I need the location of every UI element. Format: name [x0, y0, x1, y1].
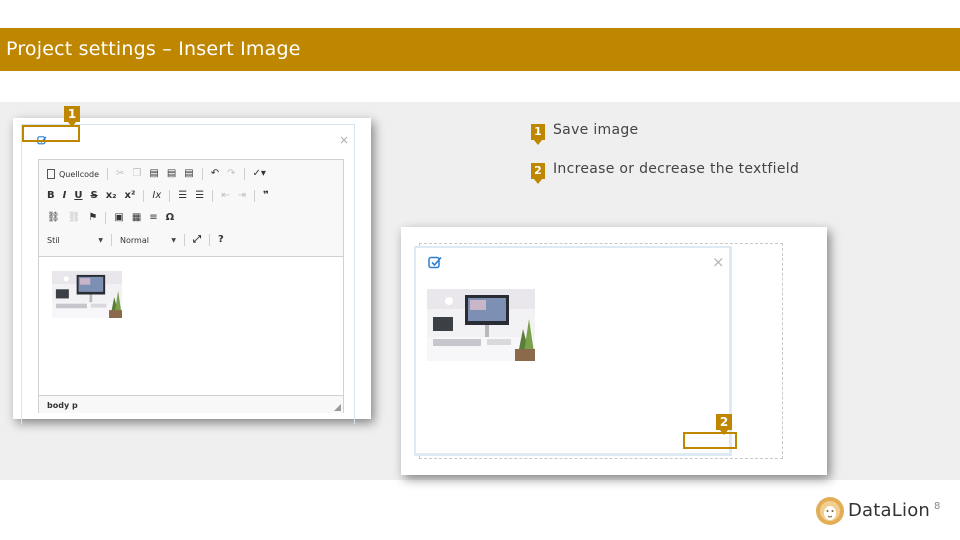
toolbar-separator	[184, 234, 185, 246]
toolbar-separator	[243, 168, 245, 180]
inserted-image[interactable]	[427, 289, 535, 361]
inserted-image[interactable]	[52, 271, 122, 318]
marker-2-box	[683, 432, 737, 449]
help-button[interactable]: ?	[218, 234, 224, 246]
toolbar-separator	[107, 168, 109, 180]
redo-icon[interactable]: ↷	[227, 168, 235, 180]
marker-1-box	[22, 125, 80, 142]
maximize-icon[interactable]: ⤢	[193, 234, 201, 246]
indent-icon[interactable]: ⇥	[238, 190, 246, 202]
editor-dialog: × Quellcode ✂ ❐ ▤ ▤ ▤ ↶ ↷ ✓▾ B I U S x₂ …	[21, 124, 355, 424]
toolbar-row-4: Stil ▼ Normal ▼ ⤢ ?	[47, 231, 232, 249]
cut-icon[interactable]: ✂	[116, 168, 124, 180]
page-number: 8	[934, 501, 941, 512]
legend-number: 2	[531, 163, 545, 184]
bold-button[interactable]: B	[47, 190, 55, 202]
format-combo[interactable]: Normal ▼	[120, 233, 180, 247]
image-dialog-screenshot: ×	[401, 227, 827, 475]
toolbar-separator	[105, 212, 107, 224]
title-bar: Project settings – Insert Image	[0, 28, 960, 71]
marker-2-label: 2	[716, 414, 732, 435]
superscript-button[interactable]: x²	[125, 190, 136, 202]
toolbar-row-2: B I U S x₂ x² Ix ☰ ☰ ⇤ ⇥ ❞	[47, 187, 277, 205]
subscript-button[interactable]: x₂	[106, 190, 117, 202]
special-character-icon[interactable]: Ω	[166, 212, 175, 224]
editor-content[interactable]	[39, 258, 343, 393]
close-icon[interactable]: ×	[712, 255, 725, 270]
remove-format-button[interactable]: Ix	[152, 190, 161, 202]
toolbar-separator	[209, 234, 210, 246]
brand-name: DataLion	[848, 500, 931, 521]
copy-icon[interactable]: ❐	[132, 168, 141, 180]
legend-number: 1	[531, 124, 545, 145]
image-icon[interactable]: ▣	[114, 212, 123, 224]
editor-toolbar: Quellcode ✂ ❐ ▤ ▤ ▤ ↶ ↷ ✓▾ B I U S x₂ x²…	[39, 160, 343, 257]
underline-button[interactable]: U	[74, 190, 82, 202]
anchor-flag-icon[interactable]: ⚑	[88, 212, 97, 224]
toolbar-separator	[169, 190, 171, 202]
table-icon[interactable]: ▦	[132, 212, 141, 224]
numbered-list-icon[interactable]: ☰	[178, 190, 187, 202]
italic-button[interactable]: I	[63, 190, 67, 202]
strikethrough-button[interactable]: S	[90, 190, 97, 202]
editor-screenshot: × Quellcode ✂ ❐ ▤ ▤ ▤ ↶ ↷ ✓▾ B I U S x₂ …	[13, 118, 371, 424]
path-p[interactable]: p	[72, 401, 78, 410]
toolbar-separator	[111, 234, 112, 246]
rich-text-editor: Quellcode ✂ ❐ ▤ ▤ ▤ ↶ ↷ ✓▾ B I U S x₂ x²…	[38, 159, 344, 413]
paste-icon[interactable]: ▤	[149, 168, 158, 180]
format-combo-value: Normal	[120, 235, 149, 245]
chevron-down-icon: ▼	[171, 236, 176, 244]
undo-icon[interactable]: ↶	[211, 168, 219, 180]
toolbar-separator	[253, 190, 255, 202]
blockquote-icon[interactable]: ❞	[263, 190, 269, 202]
toolbar-separator	[212, 190, 214, 202]
document-icon	[47, 169, 55, 179]
unlink-icon[interactable]: ⛓	[68, 212, 81, 224]
path-body[interactable]: body	[47, 401, 69, 410]
outdent-icon[interactable]: ⇤	[221, 190, 229, 202]
editor-statusbar: body p	[39, 395, 343, 413]
toolbar-separator	[201, 168, 203, 180]
bulleted-list-icon[interactable]: ☰	[195, 190, 204, 202]
edit-icon[interactable]	[428, 255, 442, 269]
toolbar-row-1: Quellcode ✂ ❐ ▤ ▤ ▤ ↶ ↷ ✓▾	[47, 165, 274, 183]
datalion-logo-icon	[816, 497, 844, 525]
source-button[interactable]: Quellcode	[47, 169, 99, 179]
spellcheck-icon[interactable]: ✓▾	[253, 168, 266, 180]
slide: Project settings – Insert Image × Quellc…	[0, 0, 960, 540]
toolbar-separator	[143, 190, 145, 202]
toolbar-row-3: ⛓ ⛓ ⚑ ▣ ▦ ≡ Ω	[47, 209, 182, 227]
paste-word-icon[interactable]: ▤	[184, 168, 193, 180]
marker-1-label: 1	[64, 106, 80, 127]
slide-title: Project settings – Insert Image	[6, 38, 301, 60]
horizontal-line-icon[interactable]: ≡	[149, 212, 157, 224]
chevron-down-icon: ▼	[98, 236, 103, 244]
legend-text: Save image	[553, 122, 639, 138]
link-icon[interactable]: ⛓	[47, 212, 60, 224]
image-dialog: ×	[414, 246, 732, 456]
resize-grip-icon[interactable]	[334, 404, 341, 411]
paste-text-icon[interactable]: ▤	[167, 168, 176, 180]
style-combo-value: Stil	[47, 235, 60, 245]
legend-text: Increase or decrease the textfield	[553, 161, 800, 177]
close-icon[interactable]: ×	[339, 134, 349, 146]
source-button-label: Quellcode	[59, 169, 100, 179]
style-combo[interactable]: Stil ▼	[47, 233, 107, 247]
